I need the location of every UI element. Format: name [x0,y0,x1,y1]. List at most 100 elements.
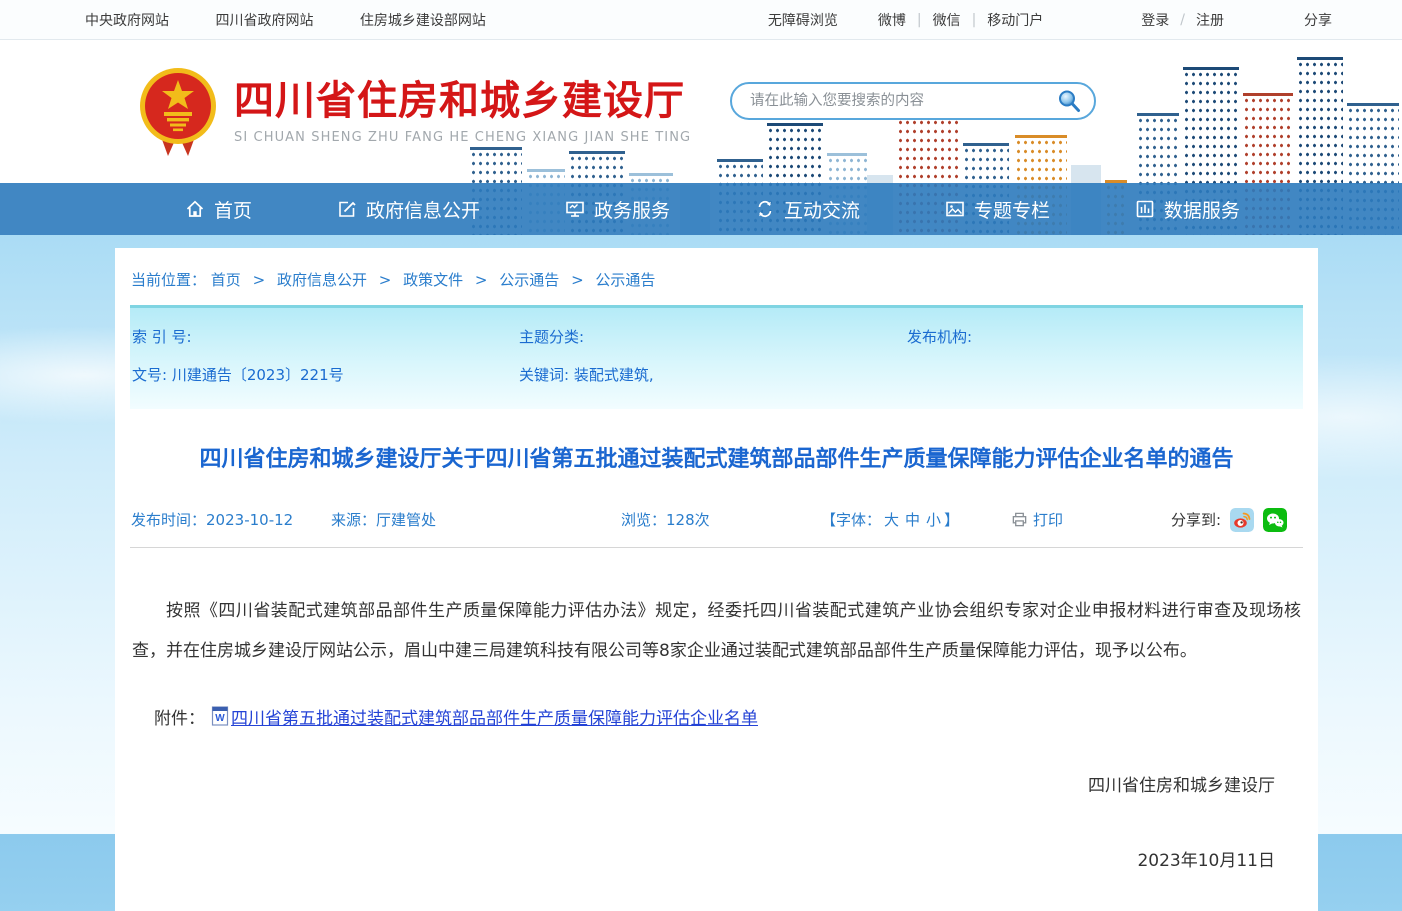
separator: / [1180,12,1185,28]
exchange-icon [755,199,775,219]
breadcrumb-item-gov-info[interactable]: 政府信息公开 [277,271,367,289]
wechat-share-icon[interactable] [1263,508,1287,532]
print-button[interactable]: 打印 [1011,509,1063,530]
masthead: 四川省住房和城乡建设厅 SI CHUAN SHENG ZHU FANG HE C… [0,40,1402,235]
site-header: 四川省住房和城乡建设厅 SI CHUAN SHENG ZHU FANG HE C… [0,40,1402,183]
article-title: 四川省住房和城乡建设厅关于四川省第五批通过装配式建筑部品部件生产质量保障能力评估… [140,445,1293,476]
edit-icon [337,199,357,219]
article-signature: 四川省住房和城乡建设厅 [130,771,1303,796]
login-link[interactable]: 登录 [1141,10,1169,30]
topbar-link-sichuan-gov[interactable]: 四川省政府网站 [215,13,313,29]
meta-label: 发布机构: [907,328,972,346]
printer-icon [1011,511,1028,528]
breadcrumb-separator: > [475,271,488,289]
nav-item-special-topics[interactable]: 专题专栏 [945,196,1050,223]
meta-label: 关键词: [519,366,569,384]
search-icon [1056,88,1082,114]
meta-label: 索 引 号: [132,328,192,346]
meta-topic-category: 主题分类: [519,326,907,347]
share-link[interactable]: 分享 [1304,10,1332,30]
attachment-row: 附件： W 四川省第五批通过装配式建筑部品部件生产质量保障能力评估企业名单 [130,704,1303,729]
topbar-link-central-gov[interactable]: 中央政府网站 [85,13,169,29]
breadcrumb-item-home[interactable]: 首页 [211,271,241,289]
article-date: 2023年10月11日 [130,846,1303,871]
breadcrumb-separator: > [253,271,266,289]
attachment-label: 附件： [154,704,205,729]
nav-item-label: 数据服务 [1164,196,1240,223]
publish-time-value: 2023-10-12 [206,511,293,529]
site-title-pinyin: SI CHUAN SHENG ZHU FANG HE CHENG XIANG J… [234,130,691,145]
view-count: 浏览：128次 [621,509,821,530]
nav-item-interaction[interactable]: 互动交流 [755,196,860,223]
accessibility-link[interactable]: 无障碍浏览 [768,10,838,30]
site-title: 四川省住房和城乡建设厅 [234,79,691,123]
font-size-large-button[interactable]: 大 [884,511,899,529]
source-label: 来源： [331,511,376,529]
nav-item-label: 政务服务 [594,196,670,223]
print-label: 打印 [1033,509,1063,530]
nav-item-label: 首页 [214,196,252,223]
topbar-link-mohurd[interactable]: 住房城乡建设部网站 [360,13,486,29]
nav-item-services[interactable]: 政务服务 [565,196,670,223]
topbar: 中央政府网站 四川省政府网站 住房城乡建设部网站 无障碍浏览 微博 | 微信 |… [0,0,1402,40]
word-document-icon: W [211,706,229,726]
search-box [730,82,1096,120]
search-button[interactable] [1054,88,1084,114]
nav-item-label: 专题专栏 [974,196,1050,223]
nav-item-data-services[interactable]: 数据服务 [1135,196,1240,223]
search-input[interactable] [748,92,1054,110]
breadcrumb-separator: > [379,271,392,289]
content-card: 当前位置： 首页 > 政府信息公开 > 政策文件 > 公示通告 > 公示通告 索… [115,248,1318,911]
font-size-medium-button[interactable]: 中 [905,511,920,529]
breadcrumb: 当前位置： 首页 > 政府信息公开 > 政策文件 > 公示通告 > 公示通告 [130,248,1303,305]
meta-keywords: 关键词: 装配式建筑, [519,364,907,385]
font-size-control: 【字体：大中小】 [821,509,1011,530]
mobile-portal-link[interactable]: 移动门户 [987,10,1043,30]
meta-index-number: 索 引 号: [132,326,519,347]
main-navigation: 首页 政府信息公开 政务服务 互动交流 专题专栏 [0,183,1402,235]
meta-divider [130,547,1303,548]
attachment-link[interactable]: 四川省第五批通过装配式建筑部品部件生产质量保障能力评估企业名单 [231,704,758,729]
meta-value: 川建通告〔2023〕221号 [172,366,344,384]
national-emblem-logo [138,64,218,160]
breadcrumb-item-policy-docs[interactable]: 政策文件 [403,271,463,289]
share-to-label: 分享到: [1171,509,1221,530]
meta-issuing-agency: 发布机构: [907,326,1303,347]
separator: | [917,12,922,28]
chart-icon [1135,199,1155,219]
nav-item-home[interactable]: 首页 [185,196,252,223]
article-meta-row: 发布时间：2023-10-12 来源：厅建管处 浏览：128次 【字体：大中小】… [130,508,1303,532]
nav-item-label: 互动交流 [784,196,860,223]
share-to: 分享到: [1171,508,1303,532]
weibo-link[interactable]: 微博 [878,10,906,30]
font-size-bracket: 】 [944,511,959,529]
register-link[interactable]: 注册 [1196,10,1224,30]
meta-value: 装配式建筑, [574,366,654,384]
meta-document-number: 文号: 川建通告〔2023〕221号 [132,364,519,385]
article-source: 来源：厅建管处 [331,509,621,530]
font-size-small-button[interactable]: 小 [926,511,941,529]
separator: | [972,12,977,28]
document-meta-box: 索 引 号: 主题分类: 发布机构: 文号: 川建通告〔2023〕221号 关键… [130,305,1303,409]
site-brand: 四川省住房和城乡建设厅 SI CHUAN SHENG ZHU FANG HE C… [138,64,691,160]
breadcrumb-item-notices-2[interactable]: 公示通告 [595,271,655,289]
meta-label: 主题分类: [519,328,584,346]
monitor-icon [565,199,585,219]
views-label: 浏览： [621,511,666,529]
image-icon [945,199,965,219]
publish-time: 发布时间：2023-10-12 [131,509,331,530]
meta-empty-cell [907,364,1303,385]
article-body: 按照《四川省装配式建筑部品部件生产质量保障能力评估办法》规定，经委托四川省装配式… [132,592,1301,672]
breadcrumb-item-notices[interactable]: 公示通告 [499,271,559,289]
wechat-link[interactable]: 微信 [933,10,961,30]
breadcrumb-label: 当前位置： [131,271,206,289]
topbar-right-links: 无障碍浏览 微博 | 微信 | 移动门户 登录 / 注册 分享 [768,10,1332,30]
weibo-share-icon[interactable] [1230,508,1254,532]
nav-item-gov-info[interactable]: 政府信息公开 [337,196,480,223]
publish-time-label: 发布时间： [131,511,206,529]
svg-text:W: W [215,713,225,724]
meta-label: 文号: [132,366,167,384]
source-value: 厅建管处 [376,511,436,529]
topbar-left-links: 中央政府网站 四川省政府网站 住房城乡建设部网站 [85,10,528,30]
views-value: 128次 [666,511,710,529]
